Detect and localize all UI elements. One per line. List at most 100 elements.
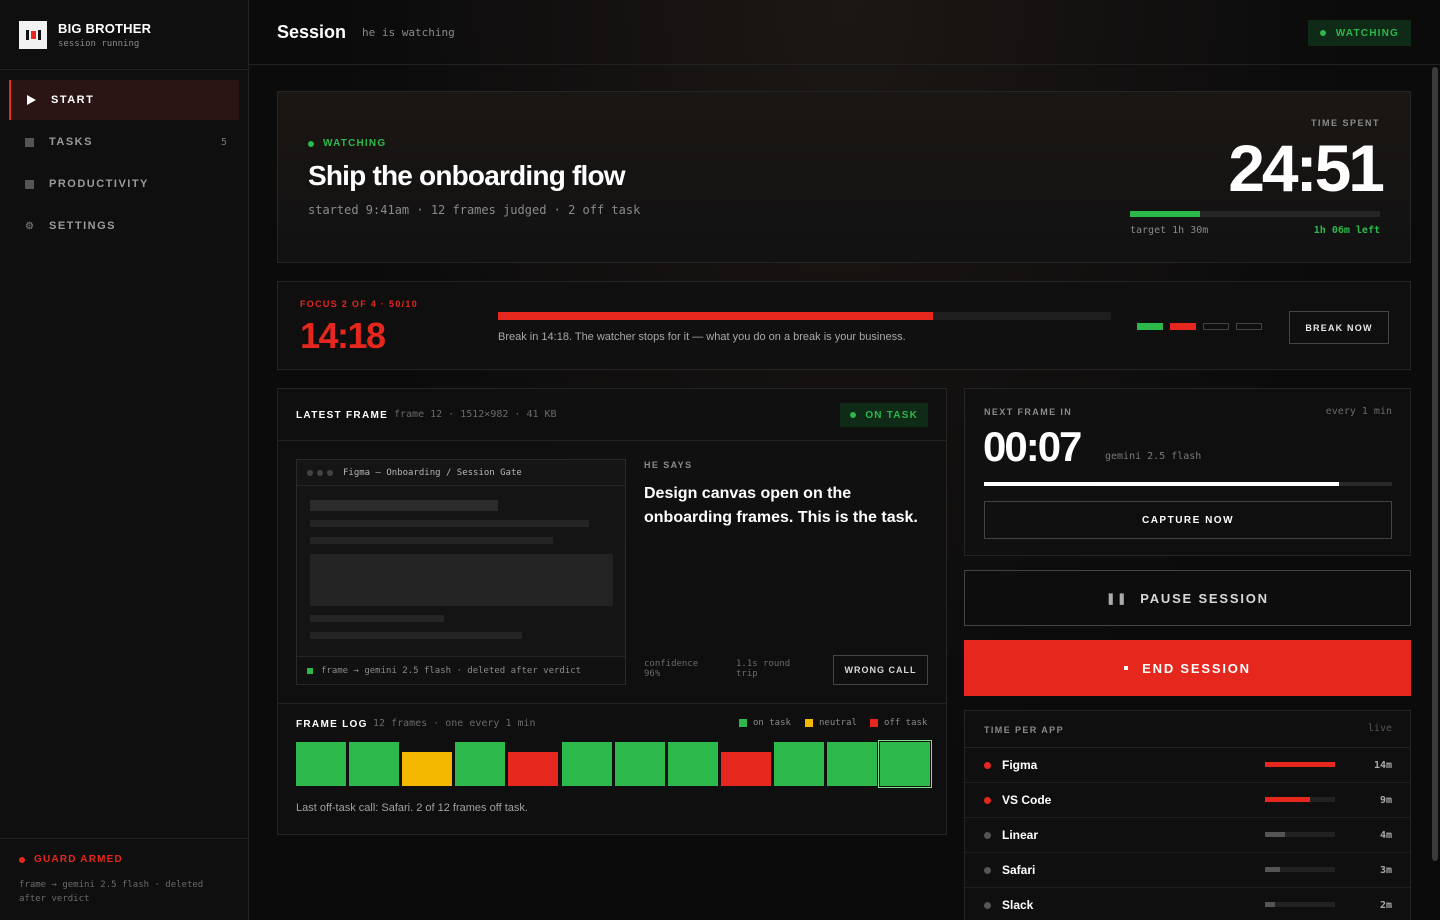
verdict-text: Design canvas open on the onboarding fra…	[644, 485, 918, 526]
frame-log-cell[interactable]	[402, 752, 453, 786]
app-time-fill	[1265, 832, 1285, 837]
on-task-label: ON TASK	[865, 409, 918, 421]
app-row: Linear 4m	[965, 818, 1410, 853]
latest-frame-meta: frame 12 · 1512×982 · 41 KB	[394, 409, 557, 420]
app-name: Slack	[1002, 898, 1034, 912]
app-minutes: 3m	[1379, 865, 1392, 876]
sidebar-item-productivity[interactable]: PRODUCTIVITY	[9, 164, 239, 204]
page-title: Session	[277, 21, 347, 42]
app-time-bar	[1265, 832, 1335, 837]
next-frame-card: NEXT FRAME IN every 1 min 00:07 gemini 2…	[964, 388, 1411, 556]
app-row: Safari 3m	[965, 853, 1410, 888]
guard-title: GUARD ARMED	[34, 854, 123, 865]
app-name: VS Code	[1002, 793, 1052, 807]
frame-log-cell[interactable]	[349, 742, 400, 786]
frame-log-cell[interactable]	[827, 742, 877, 786]
app-name: Safari	[1002, 863, 1036, 877]
focus-segment	[1236, 323, 1262, 330]
frame-log-title: FRAME LOG	[296, 719, 368, 730]
frame-log-cell[interactable]	[773, 742, 824, 786]
screenshot-placeholder-line	[310, 520, 589, 527]
time-spent-progress-bar	[1130, 211, 1380, 217]
session-status: WATCHING	[323, 138, 387, 149]
wrong-call-button[interactable]: WRONG CALL	[833, 655, 928, 685]
frame-log-cell[interactable]	[614, 742, 665, 786]
frame-log-cell[interactable]	[561, 742, 612, 786]
legend-neutral: neutral	[805, 718, 857, 728]
watching-dot-icon	[1319, 30, 1326, 36]
on-task-dot-icon	[850, 412, 857, 418]
app-minutes: 4m	[1379, 830, 1392, 841]
screenshot-placeholder-line	[310, 632, 522, 639]
legend-on-task: on task	[739, 718, 791, 728]
next-frame-progress-fill	[984, 482, 1339, 486]
frame-log-cell[interactable]	[296, 742, 346, 786]
time-spent-progress-fill	[1130, 211, 1200, 217]
focus-time: 14:18	[300, 315, 386, 356]
frame-log-cell[interactable]	[878, 740, 933, 788]
tasks-count-badge: 5	[220, 136, 227, 148]
app-time-bar	[1265, 867, 1335, 872]
time-per-app-label: TIME PER APP	[984, 725, 1064, 735]
focus-segment	[1170, 323, 1196, 330]
app-time-fill	[1265, 762, 1335, 767]
frame-log-cell[interactable]	[720, 752, 771, 786]
round-trip-stat: 1.1s round trip	[736, 659, 791, 679]
frame-log-cell[interactable]	[508, 752, 559, 786]
sidebar-item-settings[interactable]: ⚙ SETTINGS	[9, 206, 239, 246]
app-dot-icon	[984, 831, 991, 839]
neutral-swatch-icon	[805, 719, 813, 727]
app-minutes: 2m	[1379, 900, 1392, 911]
on-task-swatch-icon	[739, 719, 747, 727]
model-name: gemini 2.5 flash	[1105, 451, 1202, 462]
frame-log-cell[interactable]	[455, 742, 506, 786]
focus-description: Break in 14:18. The watcher stops for it…	[498, 331, 906, 343]
app-time-fill	[1265, 797, 1310, 802]
app-row: Slack 2m	[965, 888, 1410, 920]
time-spent-value: 24:51	[1228, 131, 1385, 205]
sidebar-item-tasks[interactable]: TASKS 5	[9, 122, 239, 162]
guard-panel: GUARD ARMED frame → gemini 2.5 flash · d…	[0, 838, 248, 920]
sidebar-item-start[interactable]: START	[9, 80, 239, 120]
app-time-fill	[1265, 902, 1275, 907]
play-icon	[27, 95, 36, 105]
session-status-dot-icon	[308, 140, 314, 147]
pause-session-button[interactable]: ❚❚ PAUSE SESSION	[964, 570, 1411, 626]
next-frame-interval: every 1 min	[1325, 406, 1392, 417]
on-task-badge: ON TASK	[840, 403, 928, 427]
latest-frame-title: LATEST FRAME	[296, 410, 389, 421]
pause-session-label: PAUSE SESSION	[1140, 590, 1269, 606]
app-list: Figma 14m VS Code 9m Linear 4m Safari 3m Slack 2m	[965, 748, 1410, 920]
next-frame-countdown: 00:07	[983, 423, 1082, 470]
app-time-bar	[1265, 902, 1335, 907]
app-minutes: 9m	[1379, 795, 1392, 806]
app-row: VS Code 9m	[965, 783, 1410, 818]
window-dot-icon	[327, 469, 333, 476]
capture-now-button[interactable]: CAPTURE NOW	[984, 501, 1392, 539]
frame-log-cell[interactable]	[667, 742, 718, 786]
focus-label: FOCUS 2 OF 4 · 50/10	[300, 299, 419, 309]
time-per-app-card: TIME PER APP live Figma 14m VS Code 9m Linea…	[964, 710, 1411, 920]
app-name: Figma	[1002, 758, 1038, 772]
app-time-fill	[1265, 867, 1280, 872]
live-indicator: live	[1367, 723, 1392, 734]
frame-screenshot-preview[interactable]: Figma — Onboarding / Session Gate frame …	[296, 459, 626, 685]
end-session-button[interactable]: END SESSION	[964, 640, 1411, 696]
screenshot-window-title: Figma — Onboarding / Session Gate	[343, 467, 522, 478]
sidebar-nav: START TASKS 5 PRODUCTIVITY ⚙ SETTINGS	[0, 70, 248, 246]
sidebar-item-label: START	[51, 94, 95, 106]
legend-off-task: off task	[870, 718, 927, 728]
time-spent-label: TIME SPENT	[1310, 118, 1380, 128]
productivity-icon	[25, 179, 34, 189]
main-scrollbar[interactable]	[1432, 67, 1438, 861]
screenshot-placeholder-line	[310, 615, 444, 622]
guard-text: frame → gemini 2.5 flash · deleted after…	[19, 880, 204, 904]
screenshot-footer: frame → gemini 2.5 flash · deleted after…	[321, 665, 582, 676]
app-dot-icon	[984, 796, 991, 804]
session-meta: started 9:41am · 12 frames judged · 2 of…	[308, 203, 641, 217]
sidebar: BIG BROTHER session running START TASKS …	[0, 0, 249, 920]
break-now-button[interactable]: BREAK NOW	[1289, 311, 1389, 344]
next-frame-progress-bar	[984, 482, 1392, 486]
sidebar-item-label: TASKS	[49, 136, 93, 148]
screenshot-placeholder-block	[310, 500, 498, 511]
